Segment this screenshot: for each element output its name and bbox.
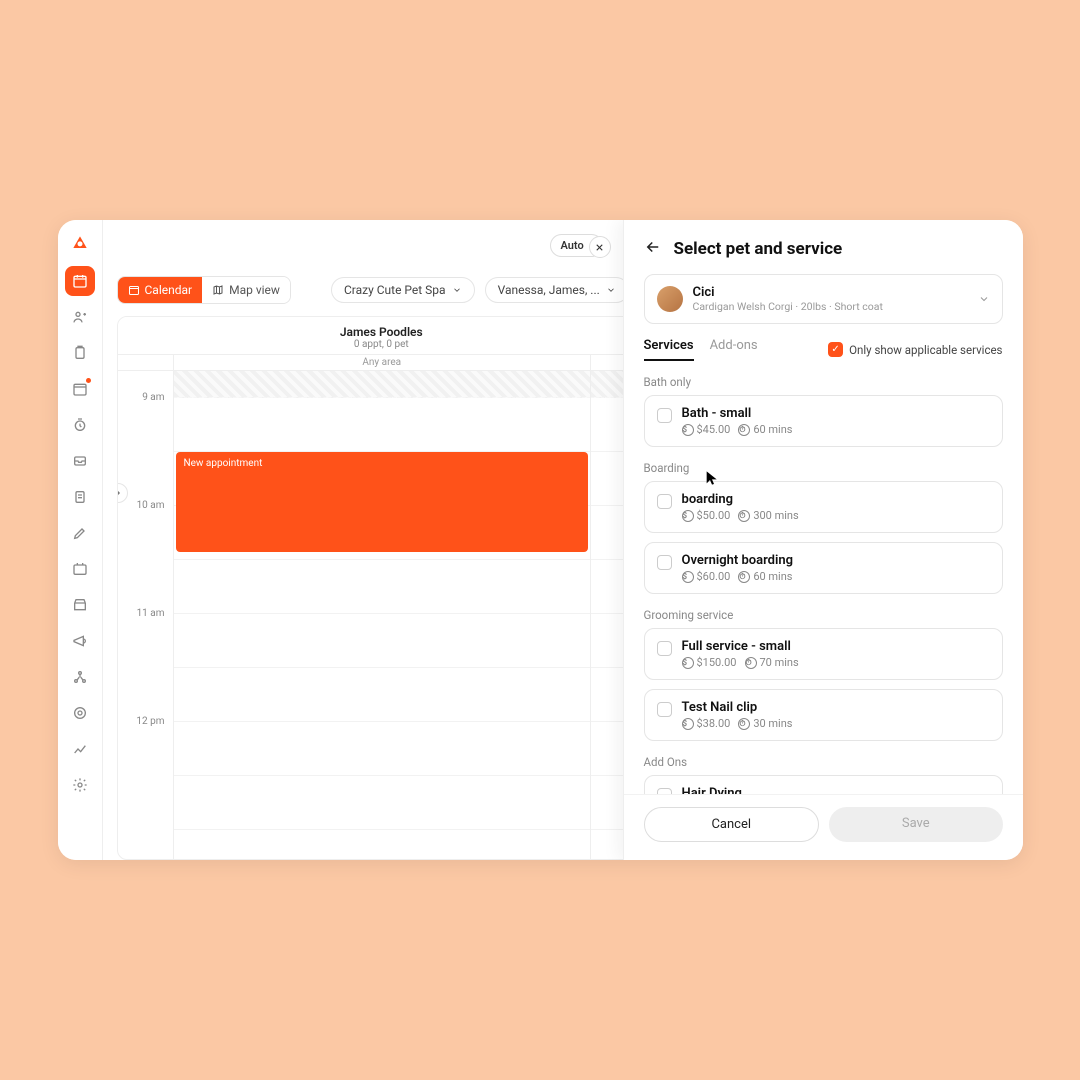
area-label: Any area — [173, 355, 591, 370]
check-icon: ✓ — [828, 342, 843, 357]
chevron-down-icon — [452, 285, 462, 295]
app-window: Calendar Map view Crazy Cute Pet Spa Van… — [58, 220, 1023, 860]
nav-support[interactable] — [65, 698, 95, 728]
close-bubble-button[interactable] — [589, 236, 611, 258]
tab-addons[interactable]: Add-ons — [710, 338, 758, 361]
nav-people[interactable] — [65, 302, 95, 332]
nav-settings[interactable] — [65, 770, 95, 800]
nav-inbox[interactable] — [65, 446, 95, 476]
checkbox[interactable] — [657, 494, 672, 509]
applicable-filter-checkbox[interactable]: ✓ Only show applicable services — [828, 342, 1002, 357]
panel-title: Select pet and service — [674, 239, 843, 259]
nav-calendar-alert[interactable] — [65, 374, 95, 404]
calendar-view-button[interactable]: Calendar — [118, 277, 203, 303]
time-label: 12 pm — [118, 716, 173, 824]
checkbox[interactable] — [657, 555, 672, 570]
service-panel: Select pet and service Cici Cardigan Wel… — [623, 220, 1023, 860]
time-label: 11 am — [118, 608, 173, 716]
nav-edit[interactable] — [65, 518, 95, 548]
nav-notes[interactable] — [65, 482, 95, 512]
time-label: 9 am — [118, 392, 173, 500]
nav-network[interactable] — [65, 662, 95, 692]
nav-clipboard[interactable] — [65, 338, 95, 368]
cancel-button[interactable]: Cancel — [644, 807, 820, 842]
service-option[interactable]: Full service - small $$150.00 ⏱70 mins — [644, 628, 1003, 680]
pet-selector[interactable]: Cici Cardigan Welsh Corgi · 20lbs · Shor… — [644, 274, 1003, 324]
nav-clock[interactable] — [65, 410, 95, 440]
staff-dropdown[interactable]: Vanessa, James, ... — [485, 277, 629, 303]
service-option[interactable]: Bath - small $$45.00 ⏱60 mins — [644, 395, 1003, 447]
chevron-down-icon — [606, 285, 616, 295]
service-group-label: Bath only — [644, 375, 1003, 389]
back-button[interactable] — [644, 238, 664, 260]
nav-marketing[interactable] — [65, 626, 95, 656]
view-toggle: Calendar Map view — [117, 276, 291, 304]
nav-reports[interactable] — [65, 734, 95, 764]
pet-avatar — [657, 286, 683, 312]
calendar-column[interactable]: New appointment — [173, 371, 591, 859]
service-group-label: Grooming service — [644, 608, 1003, 622]
service-option[interactable]: Test Nail clip $$38.00 ⏱30 mins — [644, 689, 1003, 741]
map-view-button[interactable]: Map view — [202, 277, 290, 303]
service-option[interactable]: Overnight boarding $$60.00 ⏱60 mins — [644, 542, 1003, 594]
column-header: James Poodles 0 appt, 0 pet — [173, 317, 591, 354]
nav-calendar[interactable] — [65, 266, 95, 296]
nav-store[interactable] — [65, 590, 95, 620]
sidebar — [58, 220, 103, 860]
checkbox[interactable] — [657, 702, 672, 717]
service-group-label: Add Ons — [644, 755, 1003, 769]
service-option[interactable]: boarding $$50.00 ⏱300 mins — [644, 481, 1003, 533]
location-dropdown[interactable]: Crazy Cute Pet Spa — [331, 277, 475, 303]
chevron-down-icon — [978, 293, 990, 305]
app-logo — [67, 230, 93, 256]
time-label: 10 am — [118, 500, 173, 608]
checkbox[interactable] — [657, 641, 672, 656]
tab-services[interactable]: Services — [644, 338, 694, 361]
save-button[interactable]: Save — [829, 807, 1003, 842]
service-group-label: Boarding — [644, 461, 1003, 475]
nav-schedule[interactable] — [65, 554, 95, 584]
service-option[interactable]: Hair Dying — [644, 775, 1003, 794]
checkbox[interactable] — [657, 408, 672, 423]
new-appointment-block[interactable]: New appointment — [176, 452, 589, 552]
